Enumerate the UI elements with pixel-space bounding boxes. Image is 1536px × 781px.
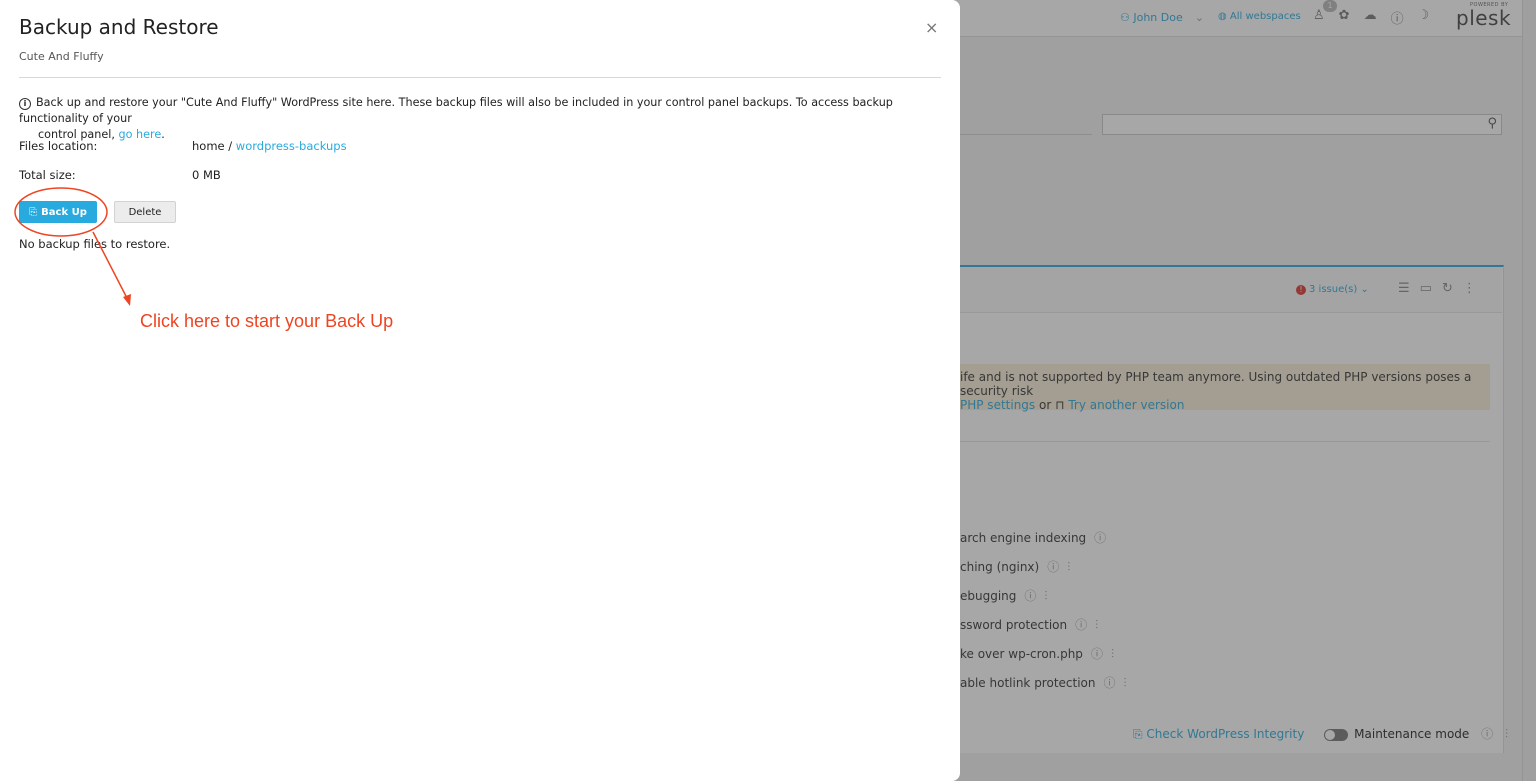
total-size-row: Total size: 0 MB [19, 168, 221, 182]
dialog-title: Backup and Restore [19, 15, 219, 39]
back-up-button[interactable]: ⎘ Back Up [19, 201, 97, 223]
backup-restore-dialog: Backup and Restore Cute And Fluffy × i Ba… [0, 0, 960, 781]
no-backups-message: No backup files to restore. [19, 237, 171, 251]
dialog-subtitle: Cute And Fluffy [19, 50, 104, 63]
divider [19, 77, 941, 78]
delete-button[interactable]: Delete [114, 201, 176, 223]
wordpress-backups-link[interactable]: wordpress-backups [236, 139, 347, 153]
files-location-prefix: home / [192, 139, 233, 153]
files-location-row: Files location: home / wordpress-backups [19, 139, 347, 153]
annotation-arrowhead [123, 294, 131, 306]
annotation-text: Click here to start your Back Up [140, 311, 394, 331]
files-location-label: Files location: [19, 139, 98, 153]
info-message: i Back up and restore your "Cute And Fluf… [19, 96, 893, 141]
info-icon: i [19, 98, 31, 110]
total-size-value: 0 MB [192, 168, 221, 182]
close-icon[interactable]: × [925, 18, 938, 37]
backup-icon: ⎘ [29, 206, 38, 218]
total-size-label: Total size: [19, 168, 76, 182]
